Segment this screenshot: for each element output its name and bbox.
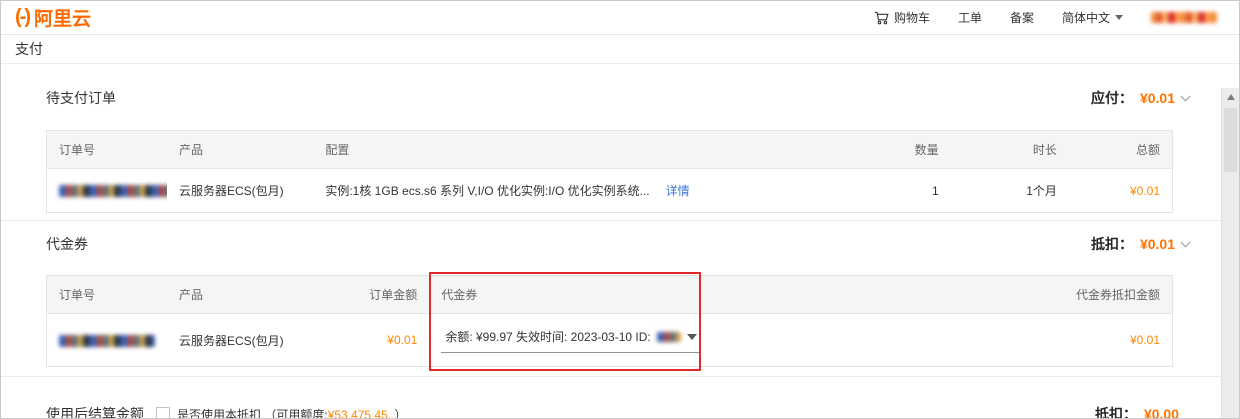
qty-cell: 1 xyxy=(857,168,951,213)
scrollbar-thumb[interactable] xyxy=(1224,108,1237,172)
product-cell: 云服务器ECS(包月) xyxy=(166,313,314,367)
detail-link[interactable]: 详情 xyxy=(666,184,690,198)
pending-order-row: 云服务器ECS(包月) 实例:1核 1GB ecs.s6 系列 V,I/O 优化… xyxy=(46,168,1173,213)
config-cell: 实例:1核 1GB ecs.s6 系列 V,I/O 优化实例:I/O 优化实例系… xyxy=(313,168,858,213)
voucher-row: 云服务器ECS(包月) ¥0.01 余额: ¥99.97 失效时间: 2023-… xyxy=(46,313,1173,367)
aliyun-logo-icon: (-) xyxy=(15,6,31,28)
settlement-deduct-amount: ¥0.00 xyxy=(1143,406,1179,419)
nav-cart[interactable]: 购物车 xyxy=(874,9,930,26)
nav-cart-label: 购物车 xyxy=(893,11,930,25)
config-text: 实例:1核 1GB ecs.s6 系列 V,I/O 优化实例:I/O 优化实例系… xyxy=(325,184,650,198)
voucher-cell: 余额: ¥99.97 失效时间: 2023-03-10 ID: xyxy=(429,313,982,367)
collapse-chevron-icon[interactable] xyxy=(1180,91,1191,101)
settlement-title: 使用后结算金额 xyxy=(46,406,144,419)
top-nav: 购物车 工单 备案 简体中文 xyxy=(874,9,1217,26)
voucher-table-header-row: 订单号 产品 订单金额 代金券 代金券抵扣金额 xyxy=(46,275,1173,314)
col-product: 产品 xyxy=(166,275,314,314)
voucher-id-redacted xyxy=(656,331,682,342)
top-bar: (-) 阿里云 购物车 工单 备案 简体中文 xyxy=(1,1,1239,35)
order-number-redacted xyxy=(59,185,167,198)
col-order-no: 订单号 xyxy=(46,130,167,169)
nav-ticket[interactable]: 工单 xyxy=(958,9,982,26)
scroll-up-icon xyxy=(1226,94,1235,100)
total-cell: ¥0.01 xyxy=(1068,168,1173,213)
col-order-no: 订单号 xyxy=(46,275,167,314)
quota-amount: ¥53,475.45, xyxy=(327,407,392,419)
pending-orders-table-wrap: 订单号 产品 配置 数量 时长 总额 云服务器ECS(包月) 实例:1核 1GB… xyxy=(46,130,1173,213)
voucher-selected-text: 余额: ¥99.97 失效时间: 2023-03-10 ID: xyxy=(445,330,651,344)
voucher-deduct-label: 抵扣： xyxy=(1090,236,1133,252)
col-order-amount: 订单金额 xyxy=(313,275,430,314)
vertical-scrollbar[interactable] xyxy=(1221,88,1239,418)
checkbox-label: 是否使用本抵扣 （可用额度:¥53,475.45, ） xyxy=(177,406,406,419)
pending-orders-header: 待支付订单 应付： ¥0.01 xyxy=(1,88,1221,108)
col-product: 产品 xyxy=(166,130,314,169)
page-title-bar: 支付 xyxy=(1,35,1239,64)
page-title: 支付 xyxy=(15,41,43,57)
payable-amount-group: 应付： ¥0.01 xyxy=(1090,88,1191,108)
nav-language-label: 简体中文 xyxy=(1061,11,1110,25)
voucher-deduct-group: 抵扣： ¥0.01 xyxy=(1090,234,1191,254)
product-cell: 云服务器ECS(包月) xyxy=(166,168,314,213)
aliyun-logo[interactable]: (-) 阿里云 xyxy=(15,4,91,31)
section-divider xyxy=(1,220,1221,221)
main-content: 待支付订单 应付： ¥0.01 订单号 产品 配置 数量 时长 总额 云服务器E… xyxy=(1,88,1239,419)
voucher-deduct-cell: ¥0.01 xyxy=(981,313,1173,367)
quota-suffix: ） xyxy=(394,407,407,419)
payment-page: (-) 阿里云 购物车 工单 备案 简体中文 支付 待支付订单 应付： ¥0.0… xyxy=(0,0,1240,419)
voucher-select[interactable]: 余额: ¥99.97 失效时间: 2023-03-10 ID: xyxy=(441,327,702,353)
col-voucher: 代金券 xyxy=(429,275,982,314)
use-deduction-checkbox[interactable] xyxy=(156,407,170,418)
col-config: 配置 xyxy=(313,130,858,169)
col-duration: 时长 xyxy=(950,130,1069,169)
chevron-down-icon xyxy=(1115,15,1123,20)
voucher-table-wrap: 订单号 产品 订单金额 代金券 代金券抵扣金额 云服务器ECS(包月) ¥0.0… xyxy=(46,272,1173,371)
nav-user-account[interactable] xyxy=(1151,12,1217,23)
order-number-cell xyxy=(46,168,167,213)
nav-language[interactable]: 简体中文 xyxy=(1062,9,1123,26)
voucher-title: 代金券 xyxy=(46,236,88,252)
col-voucher-deduct: 代金券抵扣金额 xyxy=(981,275,1173,314)
voucher-deduct-amount: ¥0.01 xyxy=(1139,236,1175,252)
cart-icon xyxy=(874,11,889,25)
pending-orders-title: 待支付订单 xyxy=(46,90,116,106)
order-number-redacted xyxy=(59,334,155,347)
col-total: 总额 xyxy=(1068,130,1173,169)
pending-table-header-row: 订单号 产品 配置 数量 时长 总额 xyxy=(46,130,1173,169)
pending-orders-table: 订单号 产品 配置 数量 时长 总额 云服务器ECS(包月) 实例:1核 1GB… xyxy=(46,130,1173,213)
voucher-header: 代金券 抵扣： ¥0.01 xyxy=(1,234,1221,254)
quota-prefix: （可用额度: xyxy=(264,407,328,419)
settlement-deduct-group: 抵扣： ¥0.00 xyxy=(1094,404,1179,419)
nav-ticket-label: 工单 xyxy=(957,11,982,25)
dropdown-arrow-icon xyxy=(687,333,698,340)
checkbox-label-text: 是否使用本抵扣 xyxy=(177,407,262,419)
user-account-redacted xyxy=(1151,12,1217,23)
order-amount-cell: ¥0.01 xyxy=(313,313,430,367)
section-divider xyxy=(1,376,1221,377)
aliyun-logo-text: 阿里云 xyxy=(33,9,91,30)
order-number-cell xyxy=(46,313,167,367)
settlement-deduct-label: 抵扣： xyxy=(1094,406,1137,419)
collapse-chevron-icon[interactable] xyxy=(1180,237,1191,247)
payable-label: 应付： xyxy=(1090,90,1133,106)
nav-beian-label: 备案 xyxy=(1009,11,1034,25)
payable-amount: ¥0.01 xyxy=(1139,90,1175,106)
voucher-table: 订单号 产品 订单金额 代金券 代金券抵扣金额 云服务器ECS(包月) ¥0.0… xyxy=(46,275,1173,367)
scroll-up-button[interactable] xyxy=(1222,88,1239,106)
settlement-row: 使用后结算金额 是否使用本抵扣 （可用额度:¥53,475.45, ） 抵扣： … xyxy=(1,404,1221,419)
nav-beian[interactable]: 备案 xyxy=(1010,9,1034,26)
col-qty: 数量 xyxy=(857,130,951,169)
duration-cell: 1个月 xyxy=(950,168,1069,213)
